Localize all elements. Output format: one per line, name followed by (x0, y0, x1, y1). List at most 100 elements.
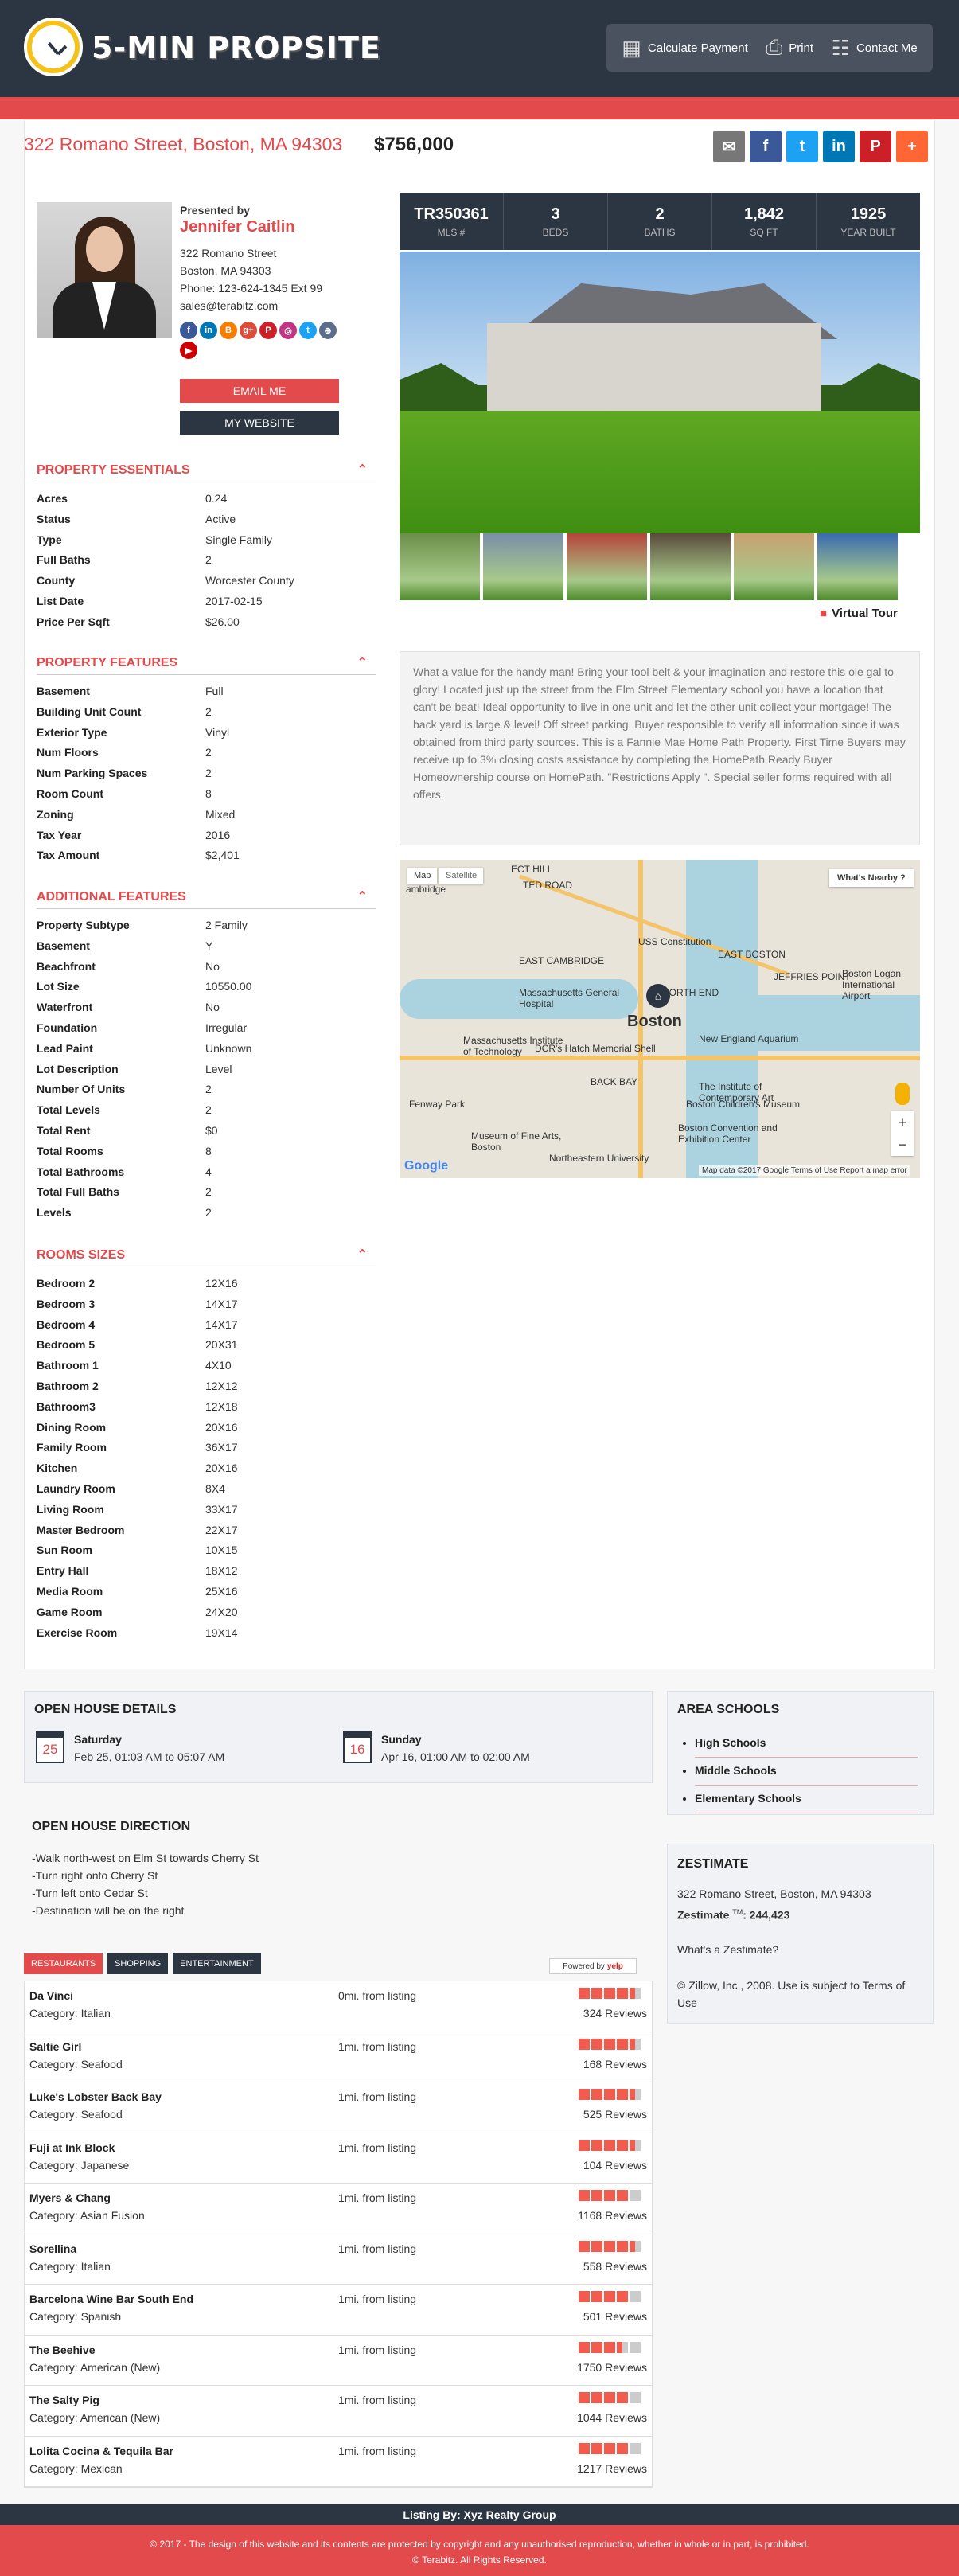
header-nav-item[interactable]: ☷ Contact Me (832, 36, 918, 60)
yelp-result-row[interactable]: Luke's Lobster Back Bay Category: Seafood… (25, 2082, 652, 2133)
linkedin-icon[interactable]: in (823, 131, 855, 162)
location-pin-icon[interactable]: ⌂ (646, 984, 670, 1008)
restaurant-name[interactable]: The Salty Pig (29, 2394, 99, 2406)
calendar-icon: 25 (36, 1731, 64, 1763)
star-icon (591, 2341, 602, 2353)
header-nav-item[interactable]: ▦ Calculate Payment (622, 36, 747, 60)
yelp-result-row[interactable]: Myers & Chang Category: Asian Fusion 1mi. … (25, 2184, 652, 2234)
restaurant-name[interactable]: Myers & Chang (29, 2192, 111, 2204)
area-school-item[interactable]: High Schools (695, 1730, 918, 1758)
property-value: 10X15 (205, 1544, 238, 1557)
yelp-result-row[interactable]: The Beehive Category: American (New) 1mi. … (25, 2336, 652, 2386)
restaurant-name[interactable]: Saltie Girl (29, 2040, 81, 2053)
instagram-icon[interactable]: ◎ (279, 322, 297, 339)
restaurant-name[interactable]: Sorellina (29, 2242, 76, 2255)
star-rating (579, 2038, 641, 2050)
yelp-result-row[interactable]: Sorellina Category: Italian 1mi. from list… (25, 2234, 652, 2285)
yelp-result-row[interactable]: Da Vinci Category: Italian 0mi. from listi… (25, 1981, 652, 2032)
property-key: Lead Paint (37, 1041, 93, 1055)
open-house-time-1: Feb 25, 01:03 AM to 05:07 AM (74, 1751, 225, 1763)
property-value: 33X17 (205, 1502, 238, 1516)
section-header[interactable]: PROPERTY FEATURES ⌃ (37, 651, 376, 675)
area-school-item[interactable]: Middle Schools (695, 1758, 918, 1786)
property-key: Media Room (37, 1584, 103, 1598)
photo-thumbnail[interactable] (400, 533, 480, 600)
direction-step: -Turn right onto Cherry St (32, 1869, 158, 1882)
restaurant-name[interactable]: Da Vinci (29, 1989, 73, 2002)
photo-thumbnail[interactable] (567, 533, 647, 600)
chevron-up-icon[interactable]: ⌃ (357, 459, 368, 482)
restaurant-name[interactable]: The Beehive (29, 2344, 95, 2356)
restaurant-name[interactable]: Barcelona Wine Bar South End (29, 2293, 193, 2305)
yelp-result-row[interactable]: Barcelona Wine Bar South End Category: Sp… (25, 2285, 652, 2336)
chevron-up-icon[interactable]: ⌃ (357, 885, 368, 909)
map-tab[interactable]: Map (407, 868, 438, 884)
area-school-item[interactable]: Elementary Schools (695, 1786, 918, 1813)
map-place-label: EAST BOSTON (718, 949, 786, 960)
yelp-result-row[interactable]: Saltie Girl Category: Seafood 1mi. from li… (25, 2032, 652, 2082)
stat-value: 2 (655, 205, 665, 223)
whats-a-zestimate-link[interactable]: What's a Zestimate? (677, 1943, 778, 1956)
photo-thumbnail[interactable] (483, 533, 563, 600)
yelp-result-row[interactable]: Fuji at Ink Block Category: Japanese 1mi. … (25, 2133, 652, 2184)
facebook-icon[interactable]: f (180, 322, 197, 339)
property-row: Waterfront No (37, 997, 376, 1018)
restaurant-name[interactable]: Fuji at Ink Block (29, 2141, 115, 2154)
section-header[interactable]: ROOMS SIZES ⌃ (37, 1243, 376, 1267)
section-header[interactable]: PROPERTY ESSENTIALS ⌃ (37, 459, 376, 482)
zoom-out-icon[interactable]: − (899, 1137, 907, 1153)
yelp-tab-restaurants[interactable]: RESTAURANTS (24, 1953, 103, 1974)
whats-nearby-button[interactable]: What's Nearby ? (829, 869, 914, 887)
agent-email[interactable]: sales@terabitz.com (180, 299, 278, 312)
street-view-icon[interactable] (895, 1083, 910, 1105)
map-place-label: ambridge (406, 884, 446, 895)
website-icon[interactable]: ⊕ (319, 322, 337, 339)
restaurant-name[interactable]: Lolita Cocina & Tequila Bar (29, 2445, 173, 2457)
property-description: What a value for the handy man! Bring yo… (400, 651, 920, 845)
property-map[interactable]: Map Satellite What's Nearby ? ambridge US… (400, 860, 920, 1178)
header-nav-item[interactable]: ⎙ Print (766, 35, 813, 60)
photo-thumbnail[interactable] (650, 533, 731, 600)
google-plus-icon[interactable]: g+ (240, 322, 257, 339)
yelp-tab-entertainment[interactable]: ENTERTAINMENT (173, 1953, 261, 1974)
property-key: Laundry Room (37, 1481, 115, 1495)
photo-thumbnail[interactable] (817, 533, 898, 600)
yelp-result-row[interactable]: The Salty Pig Category: American (New) 1mi… (25, 2386, 652, 2437)
photo-thumbnail[interactable] (734, 533, 814, 600)
map-footer-links[interactable]: Map data ©2017 Google Terms of Use Repor… (699, 1165, 910, 1176)
yelp-result-row[interactable]: Lolita Cocina & Tequila Bar Category: Mex… (25, 2437, 652, 2487)
property-value: 36X17 (205, 1441, 238, 1454)
zillow-legal[interactable]: © Zillow, Inc., 2008. Use is subject to … (677, 1977, 916, 2012)
section-header[interactable]: ADDITIONAL FEATURES ⌃ (37, 885, 376, 909)
chevron-up-icon[interactable]: ⌃ (357, 651, 368, 675)
blogger-icon[interactable]: B (220, 322, 237, 339)
property-value: Worcester County (205, 574, 294, 587)
facebook-icon[interactable]: f (750, 131, 782, 162)
my-website-button[interactable]: MY WEBSITE (180, 411, 339, 435)
property-row: Acres 0.24 (37, 489, 376, 509)
star-icon (604, 2392, 615, 2403)
open-house-day-1: Saturday (74, 1733, 122, 1746)
pinterest-icon[interactable]: P (860, 131, 891, 162)
more-share-icon[interactable]: + (896, 131, 928, 162)
pinterest-icon[interactable]: P (259, 322, 277, 339)
virtual-tour-link[interactable]: ■ Virtual Tour (820, 607, 898, 620)
chevron-up-icon[interactable]: ⌃ (357, 1243, 368, 1267)
property-value: 14X17 (205, 1317, 238, 1331)
twitter-icon[interactable]: t (786, 131, 818, 162)
property-main-photo[interactable] (400, 252, 920, 533)
email-icon[interactable]: ✉ (713, 131, 745, 162)
twitter-icon[interactable]: t (299, 322, 317, 339)
email-me-button[interactable]: EMAIL ME (180, 379, 339, 403)
satellite-tab[interactable]: Satellite (439, 868, 484, 884)
area-schools-title: AREA SCHOOLS (677, 1703, 780, 1716)
youtube-icon[interactable]: ▶ (180, 342, 197, 359)
zoom-in-icon[interactable]: + (899, 1114, 907, 1131)
restaurant-name[interactable]: Luke's Lobster Back Bay (29, 2090, 162, 2103)
stat-label: MLS # (437, 226, 466, 238)
linkedin-icon[interactable]: in (200, 322, 217, 339)
review-count: 104 Reviews (583, 2158, 647, 2172)
property-row: Beachfront No (37, 957, 376, 978)
yelp-tab-shopping[interactable]: SHOPPING (107, 1953, 169, 1974)
property-row: Tax Amount $2,401 (37, 845, 376, 866)
